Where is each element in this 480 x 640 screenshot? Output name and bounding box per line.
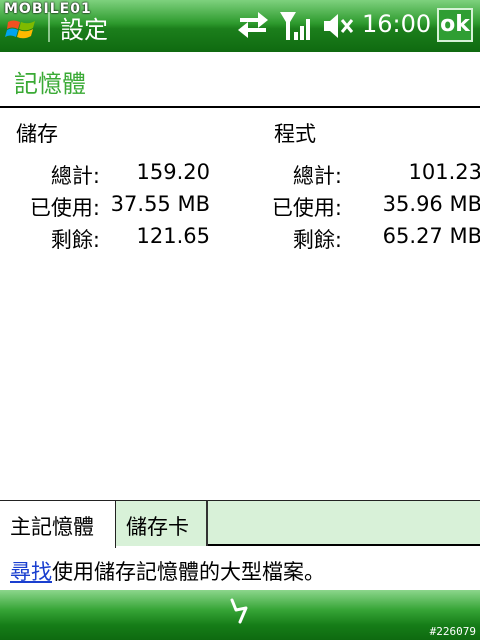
storage-used-row: 已使用: 37.55 MB	[0, 188, 240, 220]
program-used-value: 35.96 MB	[382, 192, 480, 216]
page-title: 記憶體	[14, 70, 86, 98]
hint-line: 尋找使用儲存記憶體的大型檔案。	[10, 556, 325, 586]
program-used-row: 已使用: 35.96 MB	[258, 188, 480, 220]
program-total-label: 總計:	[292, 164, 342, 188]
sync-arrows-icon[interactable]	[236, 10, 270, 42]
tab-main-memory[interactable]: 主記憶體	[0, 500, 116, 548]
storage-free-row: 剩餘: 121.65	[0, 220, 240, 252]
volume-muted-icon[interactable]	[322, 10, 354, 42]
storage-total-value: 159.20	[136, 160, 210, 184]
program-total-row: 總計: 101.23	[258, 156, 480, 188]
ok-button[interactable]: ok	[437, 8, 473, 42]
program-total-value: 101.23	[408, 160, 480, 184]
image-credit: #226079	[429, 625, 476, 638]
program-free-label: 剩餘:	[292, 228, 342, 252]
hint-text: 使用儲存記憶體的大型檔案。	[52, 560, 325, 584]
storage-used-label: 已使用:	[29, 196, 100, 220]
clock[interactable]: 16:00	[362, 10, 431, 38]
tab-storage-card[interactable]: 儲存卡	[116, 500, 208, 546]
title-separator	[48, 12, 50, 42]
storage-total-row: 總計: 159.20	[0, 156, 240, 188]
program-column: 程式 總計: 101.23 已使用: 35.96 MB 剩餘: 65.27 MB	[258, 118, 480, 252]
program-free-value: 65.27 MB	[382, 224, 480, 248]
windows-start-icon[interactable]	[4, 14, 40, 44]
program-free-row: 剩餘: 65.27 MB	[258, 220, 480, 252]
tab-strip: 主記憶體 儲存卡	[0, 500, 480, 548]
find-link[interactable]: 尋找	[10, 560, 52, 584]
page-header: 記憶體	[0, 52, 480, 108]
storage-column: 儲存 總計: 159.20 已使用: 37.55 MB 剩餘: 121.65	[0, 118, 240, 252]
title-bar: MOBILE01 設定 16:00 ok	[0, 0, 480, 52]
storage-total-label: 總計:	[50, 164, 100, 188]
storage-used-value: 37.55 MB	[110, 192, 210, 216]
input-panel-icon[interactable]	[226, 596, 254, 626]
bottom-bar: #226079	[0, 590, 480, 640]
signal-strength-icon[interactable]	[278, 10, 314, 42]
app-title: 設定	[60, 16, 108, 44]
program-heading: 程式	[274, 122, 316, 146]
program-used-label: 已使用:	[271, 196, 342, 220]
storage-free-label: 剩餘:	[50, 228, 100, 252]
storage-heading: 儲存	[16, 122, 58, 146]
storage-free-value: 121.65	[136, 224, 210, 248]
